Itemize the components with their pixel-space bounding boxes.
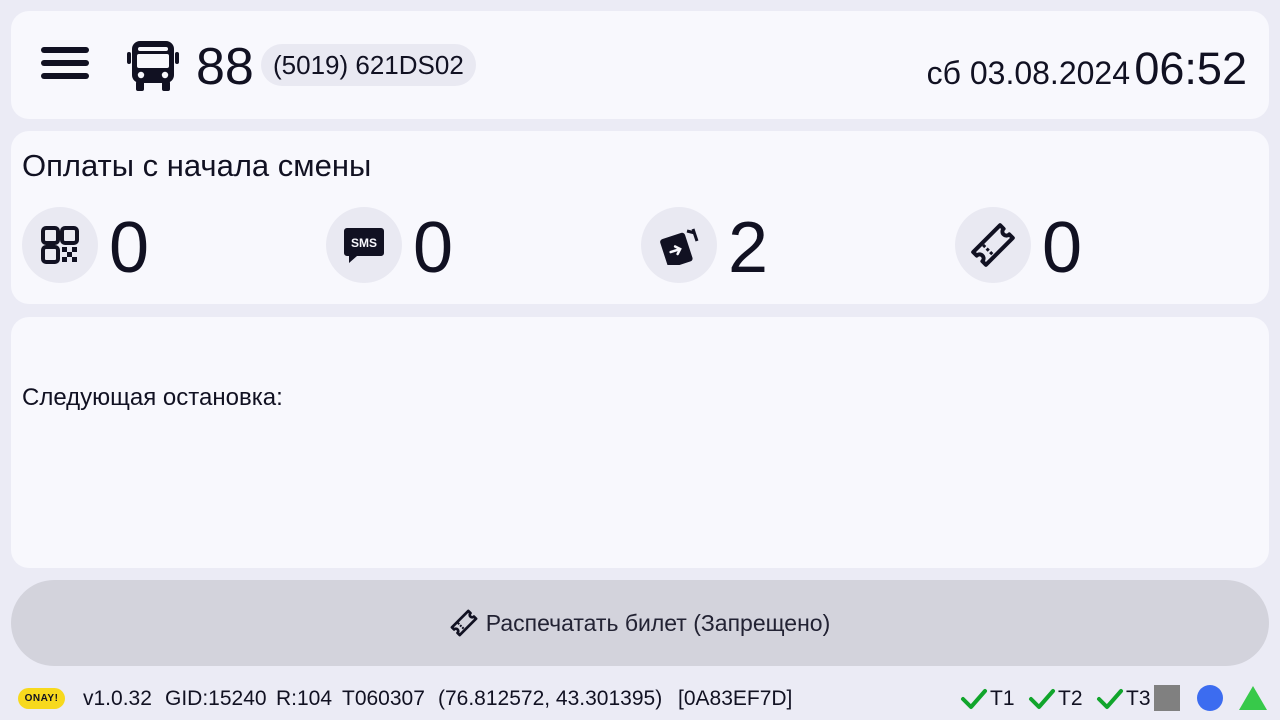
t2-indicator: T2 bbox=[1028, 680, 1083, 718]
next-stop-label: Следующая остановка: bbox=[22, 384, 283, 411]
payments-panel: Оплаты с начала смены 0 SMS 0 2 0 bbox=[11, 131, 1269, 304]
next-stop-panel: Следующая остановка: bbox=[11, 317, 1269, 568]
qr-code-icon bbox=[41, 226, 79, 264]
green-triangle-icon bbox=[1239, 686, 1267, 710]
current-time: 06:52 bbox=[1134, 43, 1247, 94]
t3-indicator: T3 bbox=[1096, 680, 1151, 718]
check-icon bbox=[1097, 689, 1123, 709]
ticket-payments-count: 0 bbox=[1042, 208, 1083, 288]
payments-title: Оплаты с начала смены bbox=[22, 148, 372, 183]
blue-dot-icon bbox=[1197, 685, 1223, 711]
app-version: v1.0.32 bbox=[83, 687, 152, 710]
qr-payments-count: 0 bbox=[109, 208, 150, 288]
device-hex-id: [0A83EF7D] bbox=[678, 687, 793, 710]
print-ticket-button[interactable]: Распечатать билет (Запрещено) bbox=[11, 580, 1269, 666]
card-tap-icon bbox=[660, 228, 699, 265]
menu-icon[interactable] bbox=[41, 47, 89, 83]
svg-text:SMS: SMS bbox=[351, 236, 377, 250]
check-icon bbox=[961, 689, 987, 709]
current-date: сб 03.08.2024 bbox=[926, 55, 1130, 91]
sms-icon: SMS bbox=[344, 228, 384, 263]
header-bar: 88 (5019) 621DS02 сб 03.08.2024 06:52 bbox=[11, 11, 1269, 119]
gps-coordinates: (76.812572, 43.301395) bbox=[438, 687, 663, 710]
gid-value: GID:15240 bbox=[165, 687, 267, 710]
terminal-id: T060307 bbox=[342, 687, 425, 710]
status-bar: ONAY! v1.0.32 GID:15240 R:104 T060307 (7… bbox=[0, 680, 1280, 718]
r-value: R:104 bbox=[276, 687, 333, 710]
ticket-icon bbox=[450, 609, 478, 637]
check-icon bbox=[1029, 689, 1055, 709]
print-ticket-label: Распечатать билет (Запрещено) bbox=[485, 609, 831, 636]
t1-indicator: T1 bbox=[960, 680, 1015, 718]
ticket-icon bbox=[971, 223, 1015, 267]
bus-icon bbox=[127, 41, 179, 91]
onay-logo: ONAY! bbox=[18, 688, 65, 709]
card-payments-count: 2 bbox=[728, 208, 769, 288]
vehicle-id-badge: (5019) 621DS02 bbox=[261, 44, 476, 86]
sms-payments-count: 0 bbox=[413, 208, 454, 288]
route-number: 88 bbox=[196, 38, 254, 96]
gray-square-icon bbox=[1154, 685, 1180, 711]
